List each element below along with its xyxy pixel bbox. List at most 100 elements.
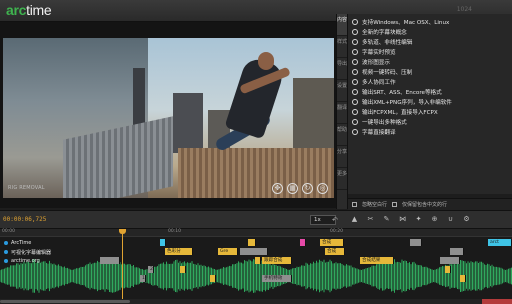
radio-icon[interactable] [352, 69, 358, 75]
side-tab-2[interactable]: 导出 [337, 58, 347, 80]
subtitle-clip[interactable] [255, 257, 261, 264]
pen-icon[interactable]: ✎ [382, 215, 391, 224]
subtitle-clip[interactable] [180, 266, 186, 273]
subtitle-track[interactable]: 1 手机特效 [0, 275, 512, 283]
time-ruler[interactable]: 00:00 00:10 00:20 [0, 229, 512, 237]
radio-icon[interactable] [352, 49, 358, 55]
feature-item[interactable]: 字幕直接翻译 [352, 127, 508, 137]
timeline[interactable]: 00:00 00:10 00:20 ArcTime 合成 arct 可视化字幕编辑器 色… [0, 229, 512, 304]
side-tab-0[interactable]: 内容 [337, 14, 347, 36]
side-tab-1[interactable]: 样式 [337, 36, 347, 58]
feature-label: 输出FCPXML，直接导入FCPX [362, 110, 438, 116]
feature-label: 支持Windows、Mac OSX、Linux [362, 20, 450, 26]
playhead-handle[interactable] [119, 229, 126, 234]
radio-icon[interactable] [352, 79, 358, 85]
subtitle-clip[interactable]: Gre [218, 248, 238, 255]
settings-icon[interactable]: ⚙ [462, 215, 471, 224]
side-tab-6[interactable]: 分享 [337, 146, 347, 168]
subtitle-clip[interactable] [160, 239, 166, 246]
subtitle-track[interactable]: 2 [0, 266, 512, 274]
side-tab-7[interactable]: 更多 [337, 168, 347, 190]
subtitle-track[interactable]: 可视化字幕编辑器 色彩分 Gre 合成 [0, 248, 512, 256]
feature-label: 多轨道、非线性编辑 [362, 40, 413, 46]
subtitle-clip[interactable]: 合成结果 [360, 257, 394, 264]
feature-item[interactable]: 波形图显示 [352, 57, 508, 67]
track-name: arctime.org [11, 258, 40, 264]
timeline-scrollbar[interactable] [0, 299, 512, 304]
side-tab-3[interactable]: 设置 [337, 80, 347, 102]
subtitle-clip[interactable] [210, 275, 216, 282]
undo-icon[interactable]: ↶ [332, 216, 348, 224]
timecode-display: 00:00:06,725 [3, 216, 47, 223]
feature-label: 多人协同工作 [362, 80, 396, 86]
feature-item[interactable]: 字幕实时预览 [352, 47, 508, 57]
wand-icon[interactable]: ✦ [414, 215, 423, 224]
zoom-icon[interactable]: ⊕ [430, 215, 439, 224]
split-icon[interactable]: ⋈ [398, 215, 407, 224]
subtitle-clip[interactable]: 2 [148, 266, 154, 273]
radio-icon[interactable] [352, 89, 358, 95]
grid-icon[interactable]: ▦ [287, 183, 298, 194]
refresh-icon[interactable]: ↻ [302, 183, 313, 194]
subtitle-clip[interactable] [100, 257, 120, 264]
track-label[interactable]: 可视化字幕编辑器 [4, 248, 51, 256]
feature-item[interactable]: 支持Windows、Mac OSX、Linux [352, 17, 508, 27]
subtitle-clip[interactable]: arct [488, 239, 512, 246]
radio-icon[interactable] [352, 129, 358, 135]
feature-item[interactable]: 输出XML+PNG序列，导入非编软件 [352, 97, 508, 107]
video-tools: ✥ ▦ ↻ ◎ [272, 183, 328, 194]
radio-icon[interactable] [352, 59, 358, 65]
target-icon[interactable]: ◎ [317, 183, 328, 194]
feature-item[interactable]: 输出SRT、ASS、Encore等格式 [352, 87, 508, 97]
radio-icon[interactable] [352, 119, 358, 125]
chinese-only-checkbox[interactable] [392, 202, 398, 207]
track-label[interactable]: ArcTime [4, 239, 31, 247]
feature-item[interactable]: 输出FCPXML，直接导入FCPX [352, 107, 508, 117]
cut-icon[interactable]: ✂ [366, 215, 375, 224]
feature-item[interactable]: 视频一键转码、压制 [352, 67, 508, 77]
subtitle-clip[interactable] [450, 248, 464, 255]
subtitle-clip[interactable] [460, 275, 466, 282]
subtitle-clip[interactable]: 合成 [320, 239, 344, 246]
side-tab-5[interactable]: 帮助 [337, 124, 347, 146]
subtitle-clip[interactable]: 合成 [325, 248, 345, 255]
subtitle-clip[interactable]: 跟踪合成 [262, 257, 292, 264]
radio-icon[interactable] [352, 19, 358, 25]
subtitle-clip[interactable] [300, 239, 306, 246]
radio-icon[interactable] [352, 29, 358, 35]
subtitle-clip[interactable]: 手机特效 [262, 275, 292, 282]
video-frame [3, 38, 334, 198]
radio-icon[interactable] [352, 109, 358, 115]
subtitle-track[interactable]: arctime.org 跟踪合成 合成结果 [0, 257, 512, 265]
subtitle-clip[interactable]: 色彩分 [165, 248, 193, 255]
radio-icon[interactable] [352, 99, 358, 105]
feature-item[interactable]: 多轨道、非线性编辑 [352, 37, 508, 47]
magnet-icon[interactable]: ∪ [446, 215, 455, 224]
ignore-blank-checkbox[interactable] [352, 202, 357, 207]
subtitle-clip[interactable] [240, 248, 268, 255]
scroll-thumb[interactable] [0, 300, 130, 303]
pointer-icon[interactable]: ▲ [350, 215, 359, 224]
feature-label: 输出XML+PNG序列，导入非编软件 [362, 100, 452, 106]
track-dot-icon [4, 250, 8, 254]
ruler-label: 00:00 [2, 229, 15, 234]
timeline-toolbar: 00:00:06,725 1x ↶ ▲ ✂ ✎ ⋈ ✦ ⊕ ∪ ⚙ [0, 210, 512, 229]
side-tab-bar: 内容 样式 导出 设置 翻译 帮助 分享 更多 [336, 14, 348, 209]
feature-item[interactable]: 全新的字幕块概念 [352, 27, 508, 37]
feature-item[interactable]: 多人协同工作 [352, 77, 508, 87]
subtitle-clip[interactable] [248, 239, 256, 246]
subtitle-clip[interactable] [445, 266, 451, 273]
crop-icon[interactable]: ✥ [272, 183, 283, 194]
feature-label: 输出SRT、ASS、Encore等格式 [362, 90, 442, 96]
subtitle-track[interactable]: ArcTime 合成 arct [0, 239, 512, 247]
feature-item[interactable]: 一键导出多种格式 [352, 117, 508, 127]
side-tab-4[interactable]: 翻译 [337, 102, 347, 124]
playhead[interactable] [122, 229, 123, 304]
subtitle-clip[interactable] [440, 257, 460, 264]
subtitle-clip[interactable]: 1 [140, 275, 146, 282]
track-label[interactable]: arctime.org [4, 257, 40, 265]
subtitle-clip[interactable] [410, 239, 422, 246]
feature-label: 一键导出多种格式 [362, 120, 407, 126]
radio-icon[interactable] [352, 39, 358, 45]
video-preview[interactable]: RIG REMOVAL ✥ ▦ ↻ ◎ [0, 22, 336, 208]
